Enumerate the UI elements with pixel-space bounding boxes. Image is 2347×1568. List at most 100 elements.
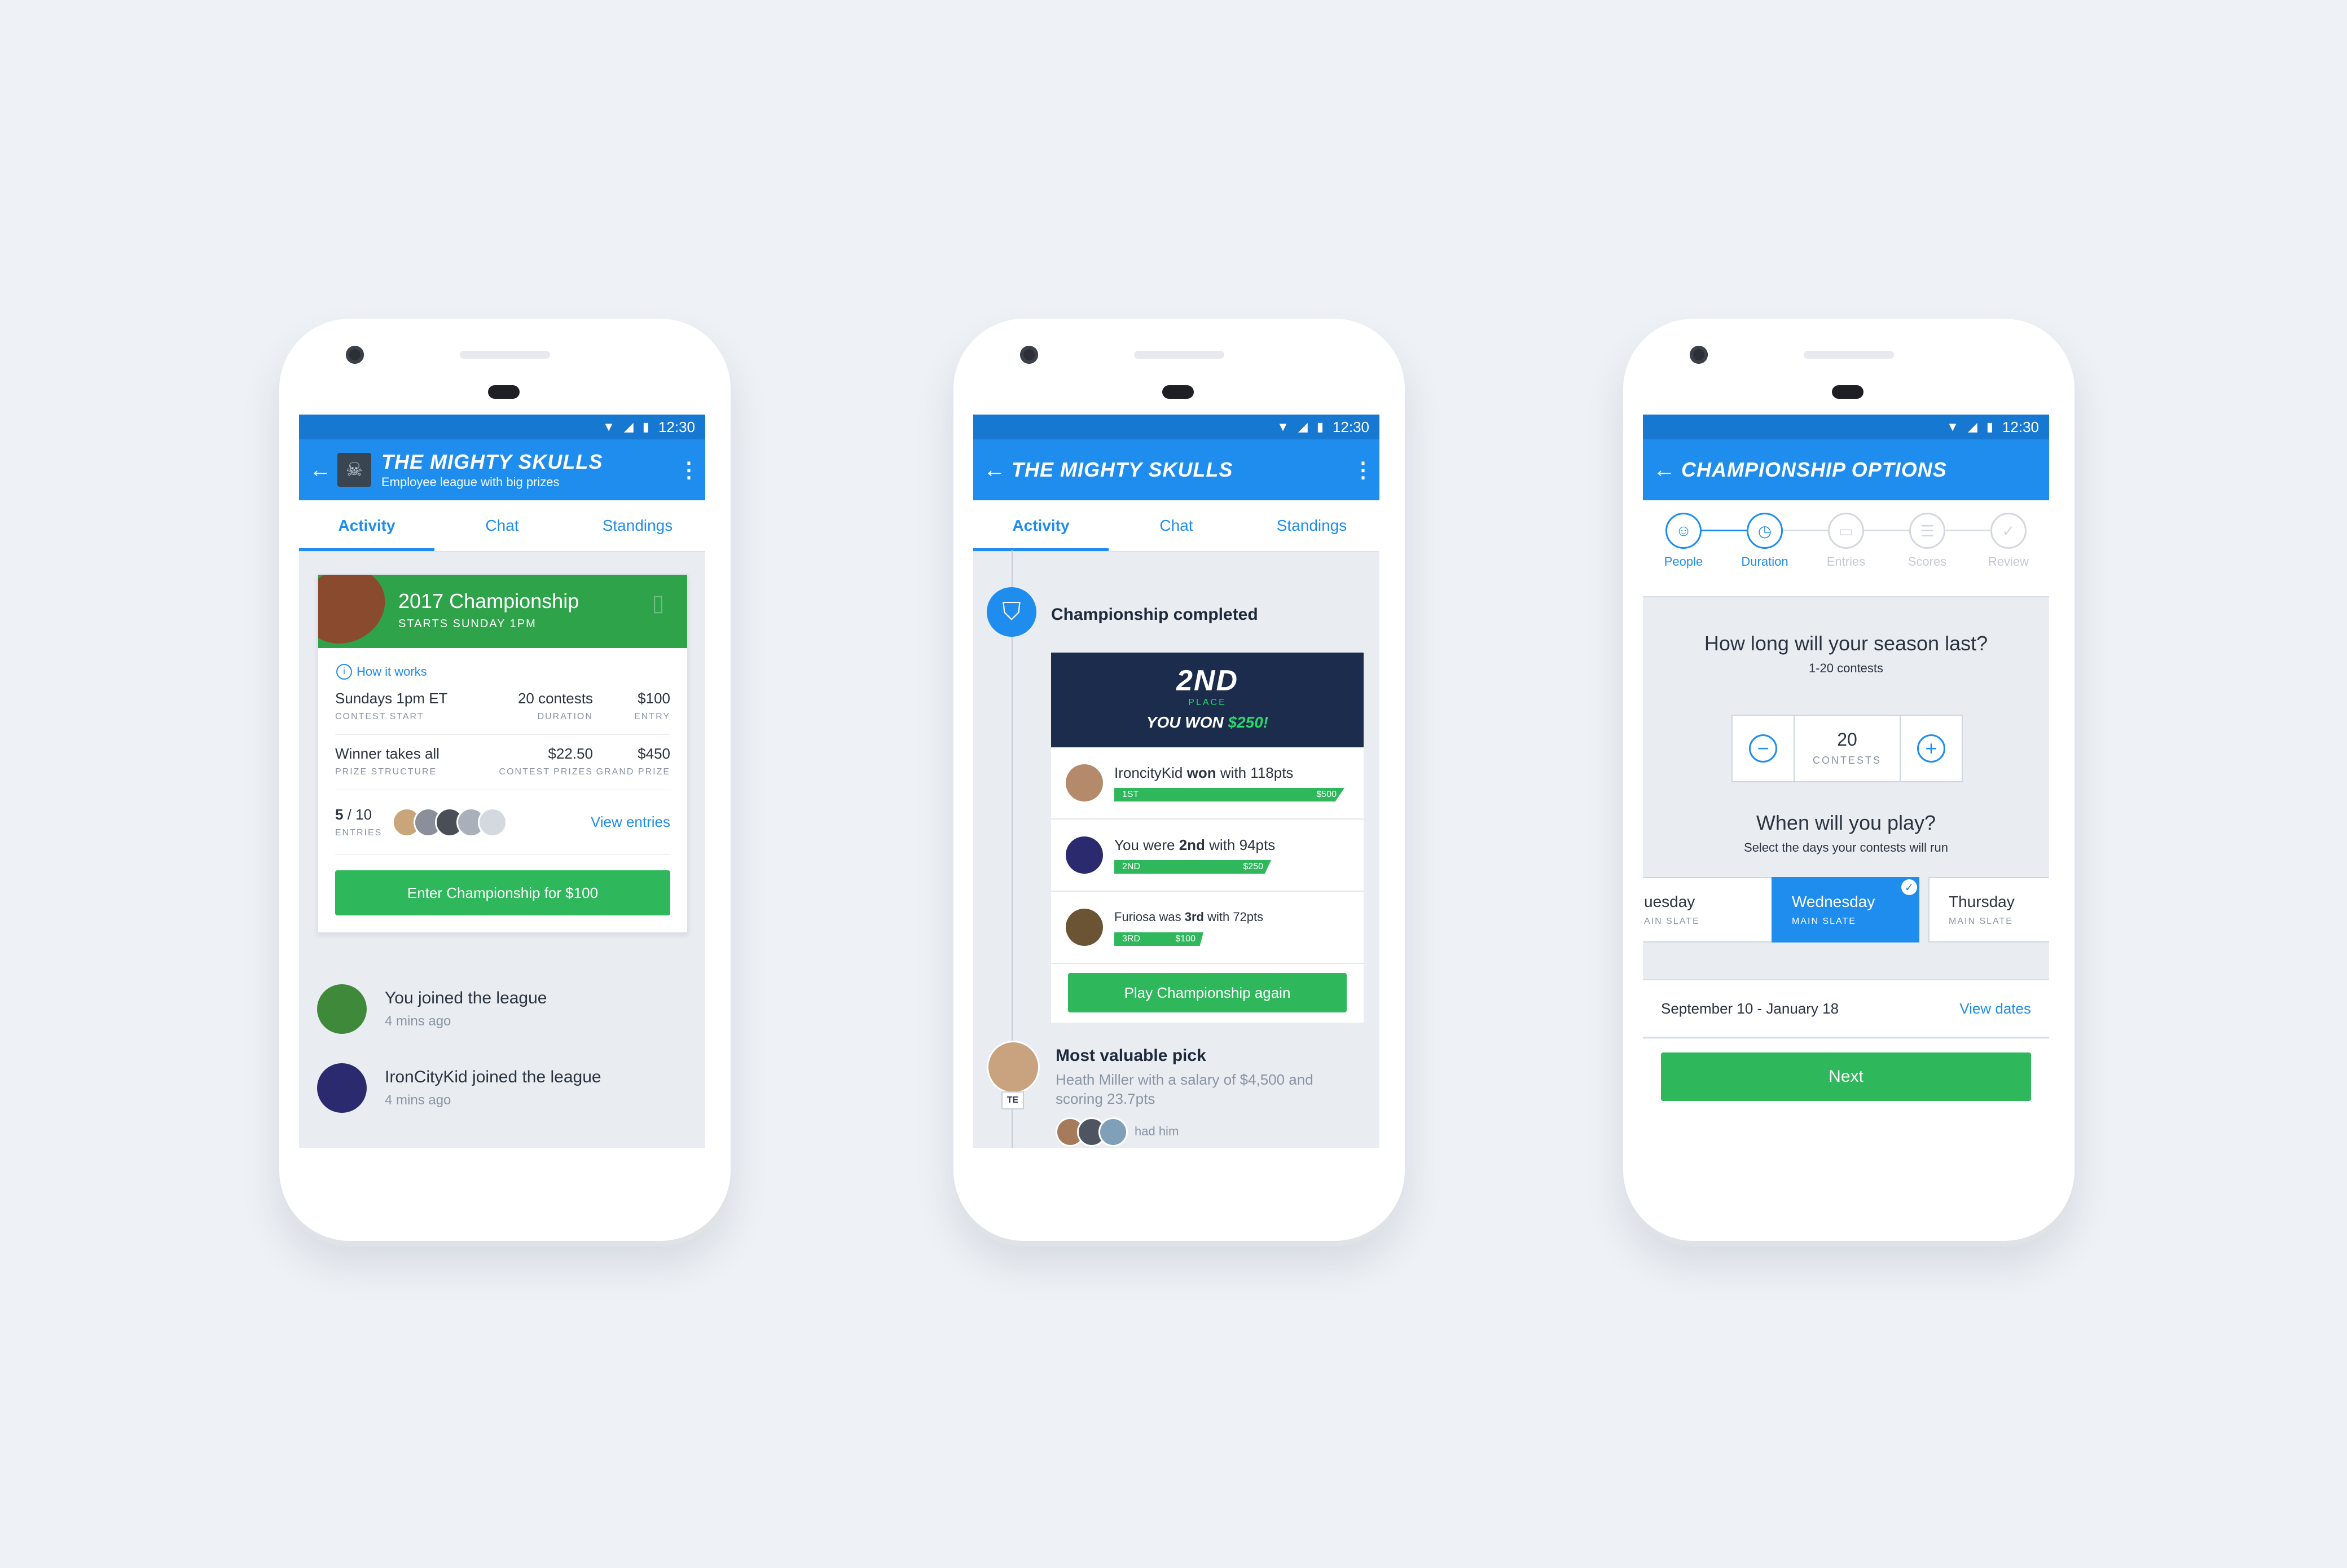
step-scores[interactable]: ☰ Scores	[1887, 500, 1968, 596]
screen-league-activity: ▼ ◢ ▮ 12:30 ← ☠ THE MIGHTY SKULLS Employ…	[299, 415, 705, 1148]
entry-value: $100	[638, 690, 671, 707]
owner-avatars	[1056, 1117, 1128, 1147]
day-option-thursday[interactable]: Thursday MAIN SLATE	[1928, 877, 2049, 942]
tab-standings[interactable]: Standings	[1244, 500, 1379, 551]
entrant-avatars	[392, 807, 508, 837]
signal-icon: ◢	[623, 420, 634, 434]
yard-line-decoration: ▭	[647, 594, 673, 615]
entry-label: ENTRY	[634, 712, 671, 721]
prize-structure-value: Winner takes all	[335, 745, 439, 762]
day-slate: MAIN SLATE	[1792, 917, 1856, 926]
ravens-logo-avatar	[317, 1063, 367, 1113]
contest-start-label: CONTEST START	[335, 712, 424, 721]
app-bar: ← ☠ THE MIGHTY SKULLS Employee league wi…	[299, 439, 705, 500]
tab-chat[interactable]: Chat	[434, 500, 570, 551]
wifi-icon: ▼	[1946, 420, 1959, 434]
more-options-icon[interactable]: ⋮	[678, 457, 700, 483]
day-option-wednesday[interactable]: Wednesday MAIN SLATE ✓	[1772, 877, 1919, 942]
prize-structure-label: PRIZE STRUCTURE	[335, 767, 437, 777]
football-image	[318, 575, 398, 648]
question-title: How long will your season last?	[1704, 632, 1988, 655]
result-text: IroncityKid won with 118pts	[1114, 764, 1293, 782]
wifi-icon: ▼	[603, 420, 615, 434]
placement-label: PLACE	[1188, 698, 1227, 707]
step-duration[interactable]: ◷ Duration	[1724, 500, 1805, 596]
championship-start: STARTS SUNDAY 1PM	[398, 618, 537, 630]
step-label: Entries	[1826, 554, 1866, 569]
rank-bar: 1ST $500	[1114, 788, 1344, 801]
step-label: Duration	[1741, 554, 1788, 569]
result-text: Furiosa was 3rd with 72pts	[1114, 910, 1263, 924]
battery-icon: ▮	[1316, 420, 1324, 434]
prize-info-row: Winner takes all PRIZE STRUCTURE $22.50 CO…	[335, 735, 670, 790]
play-again-container: Play Championship again	[1051, 964, 1364, 1023]
result-name: You were	[1114, 836, 1179, 853]
next-button[interactable]: Next	[1661, 1052, 2031, 1101]
ticket-icon: ▭	[1828, 513, 1864, 549]
scoreboard-icon: ☰	[1909, 513, 1945, 549]
tab-standings[interactable]: Standings	[570, 500, 705, 551]
signal-icon: ◢	[1967, 420, 1977, 434]
page-subtitle: Employee league with big prizes	[381, 475, 560, 489]
back-arrow-icon[interactable]: ←	[1653, 457, 1681, 483]
app-bar: ← THE MIGHTY SKULLS ⋮	[973, 439, 1379, 500]
day-option-tuesday[interactable]: uesday AIN SLATE	[1643, 877, 1773, 942]
back-arrow-icon[interactable]: ←	[309, 457, 337, 483]
had-him-label: had him	[1135, 1124, 1179, 1138]
speaker	[1134, 351, 1224, 359]
tab-activity[interactable]: Activity	[973, 500, 1109, 551]
tab-chat[interactable]: Chat	[1109, 500, 1244, 551]
view-dates-link[interactable]: View dates	[1959, 1000, 2031, 1018]
question-title: When will you play?	[1756, 811, 1936, 834]
decrement-button[interactable]: −	[1733, 716, 1794, 781]
result-name: IroncityKid	[1114, 764, 1187, 781]
progress-stepper: ☺ People ◷ Duration ▭ Entries ☰ Scores ✓ Revi…	[1643, 500, 2049, 597]
mvp-description: Heath Miller with a salary of $4,500 and…	[1056, 1071, 1313, 1107]
enter-championship-button[interactable]: Enter Championship for $100	[335, 870, 670, 915]
skull-logo-icon: ☠	[337, 453, 371, 487]
result-text: You were 2nd with 94pts	[1114, 836, 1275, 854]
feed-text: IronCityKid joined the league	[385, 1068, 601, 1086]
championship-card: 2017 Championship STARTS SUNDAY 1PM ▭ i …	[317, 574, 688, 933]
day-name: uesday	[1644, 893, 1695, 910]
result-name: Furiosa was	[1114, 910, 1185, 924]
phone-3: ▼ ◢ ▮ 12:30 ← CHAMPIONSHIP OPTIONS ☺ Peop…	[1623, 319, 2074, 1241]
play-championship-again-button[interactable]: Play Championship again	[1068, 973, 1347, 1012]
step-review[interactable]: ✓ Review	[1968, 500, 2049, 596]
app-bar: ← CHAMPIONSHIP OPTIONS	[1643, 439, 2049, 500]
increment-button[interactable]: +	[1901, 716, 1962, 781]
feed-time: 4 mins ago	[385, 1014, 451, 1029]
person-icon: ☺	[1665, 513, 1702, 549]
contest-prizes-value: $22.50	[548, 745, 593, 762]
feed-text: You joined the league	[385, 989, 547, 1007]
how-it-works-link[interactable]: i How it works	[318, 648, 687, 680]
back-arrow-icon[interactable]: ←	[983, 457, 1012, 483]
feed-item: IronCityKid joined the league 4 mins ago	[317, 1063, 601, 1113]
fanduel-shield-icon: ⛉	[987, 587, 1036, 637]
contests-unit: CONTESTS	[1812, 755, 1882, 766]
placement-banner: 2ND PLACE YOU WON $250!	[1051, 653, 1364, 747]
avatar	[1066, 909, 1103, 946]
footer-area: Next	[1643, 1039, 2049, 1148]
step-entries[interactable]: ▭ Entries	[1805, 500, 1887, 596]
step-people[interactable]: ☺ People	[1643, 500, 1724, 596]
sensor	[1162, 385, 1194, 399]
speaker	[1804, 351, 1894, 359]
player-avatar	[987, 1041, 1040, 1094]
sensor	[1832, 385, 1863, 399]
grand-prize-label: GRAND PRIZE	[596, 767, 671, 777]
speaker	[460, 351, 550, 359]
view-entries-link[interactable]: View entries	[591, 813, 670, 831]
clock-icon: ◷	[1747, 513, 1783, 549]
more-options-icon[interactable]: ⋮	[1352, 457, 1374, 483]
camera	[346, 346, 364, 364]
battery-icon: ▮	[1986, 420, 1993, 434]
battery-icon: ▮	[642, 420, 649, 434]
day-name: Wednesday	[1792, 893, 1875, 910]
status-bar: ▼ ◢ ▮ 12:30	[1643, 415, 2049, 439]
entries-count: 5	[335, 806, 344, 823]
tab-activity[interactable]: Activity	[299, 500, 434, 551]
rank-label: 2ND	[1122, 862, 1141, 871]
phone-1: ▼ ◢ ▮ 12:30 ← ☠ THE MIGHTY SKULLS Employ…	[279, 319, 731, 1241]
result-row: IroncityKid won with 118pts 1ST $500	[1051, 747, 1364, 820]
